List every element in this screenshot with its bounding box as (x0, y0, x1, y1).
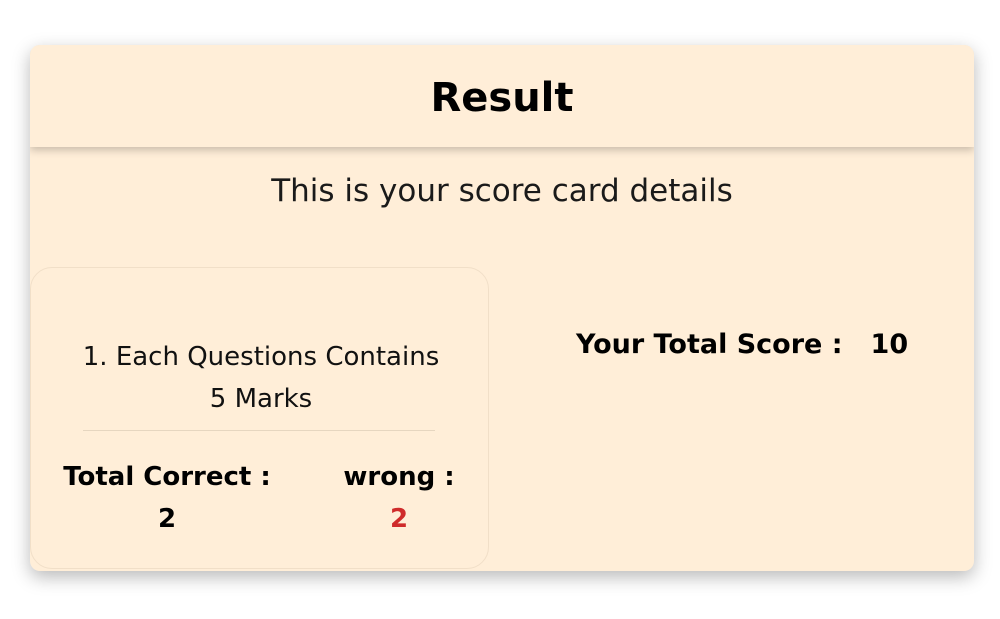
total-correct-value: 2 (157, 504, 177, 534)
score-card-subtitle: This is your score card details (271, 173, 733, 209)
divider (83, 430, 435, 431)
total-correct-stat: Total Correct : 2 (59, 456, 275, 540)
wrong-value: 2 (389, 504, 409, 534)
wrong-stat: wrong : 2 (331, 456, 467, 540)
total-score-label: Your Total Score : (576, 329, 843, 360)
total-correct-label: Total Correct : (63, 462, 271, 492)
wrong-label: wrong : (343, 462, 455, 492)
rules-panel: 1. Each Questions Contains 5 Marks Total… (30, 267, 489, 569)
rule-item: 1. Each Questions Contains 5 Marks (82, 342, 440, 414)
page-title: Result (430, 75, 574, 121)
total-score: Your Total Score : 10 (576, 329, 908, 360)
total-score-value: 10 (870, 329, 909, 360)
result-card: Result This is your score card details 1… (30, 45, 974, 571)
card-header: Result (30, 45, 974, 147)
